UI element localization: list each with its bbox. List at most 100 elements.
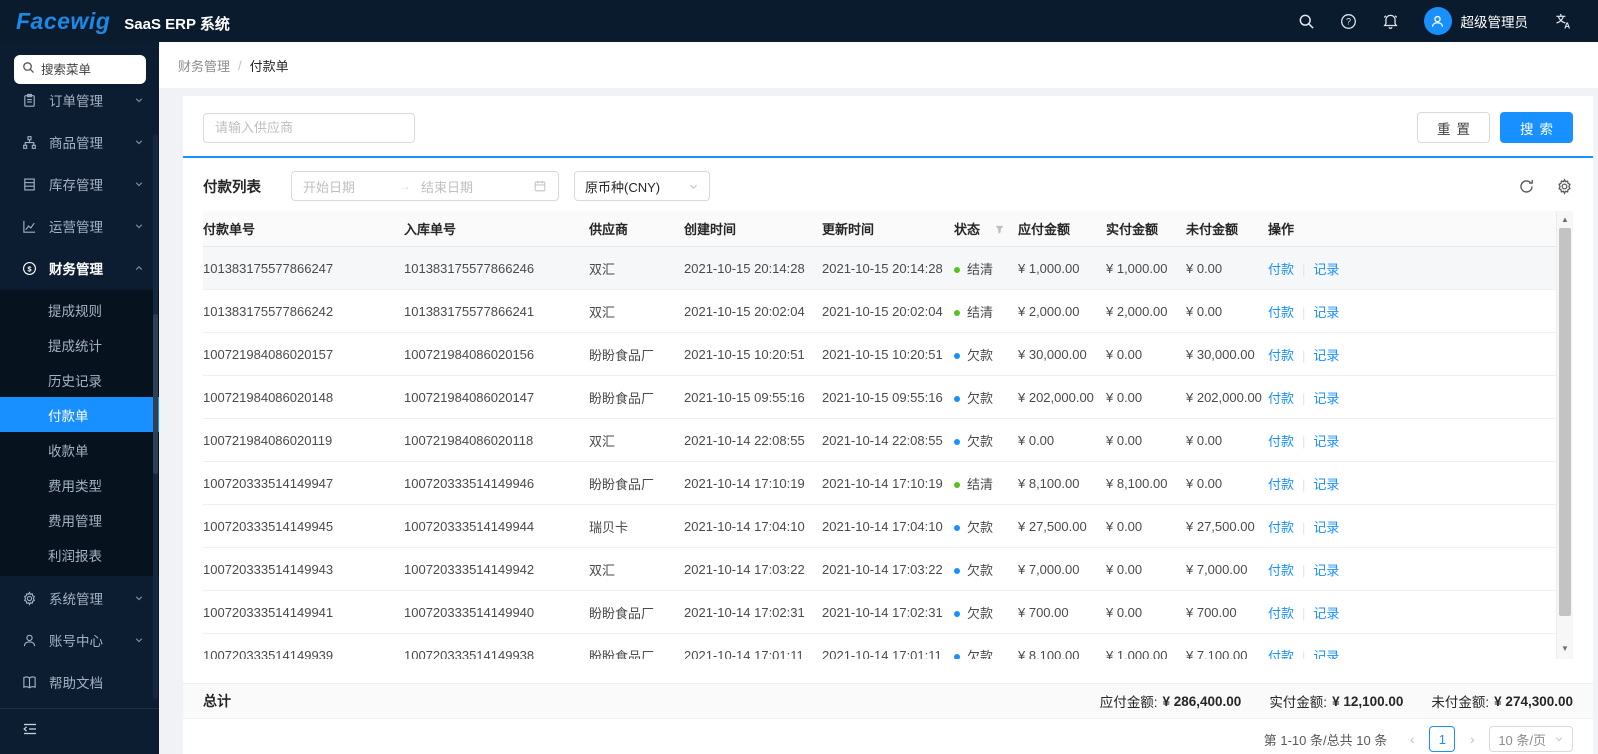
table-row[interactable]: 100721984086020157 100721984086020156 盼盼食品… <box>203 333 1556 376</box>
column-header-label: 未付金额 <box>1186 222 1239 237</box>
column-header: 付款单号 <box>203 219 388 238</box>
status-dot <box>954 266 960 273</box>
date-end-placeholder[interactable]: 结束日期 <box>421 177 523 196</box>
sidebar-collapse[interactable] <box>0 708 159 754</box>
table-row[interactable]: 100721984086020119 100721984086020118 双汇 20… <box>203 419 1556 462</box>
sidebar-subitem-label: 历史记录 <box>48 373 102 389</box>
record-action-link[interactable]: 记录 <box>1313 391 1339 406</box>
sidebar-scrollbar-thumb[interactable] <box>153 314 158 474</box>
pay-action-link[interactable]: 付款 <box>1268 563 1294 578</box>
record-action-link[interactable]: 记录 <box>1313 305 1339 320</box>
cell-payable: ¥ 30,000.00 <box>1018 346 1087 362</box>
scrollbar-thumb[interactable] <box>1559 228 1571 616</box>
sidebar-item-operations[interactable]: 运营管理 <box>0 206 159 246</box>
table-row[interactable]: 100720333514149945 100720333514149944 瑞贝卡 2… <box>203 505 1556 548</box>
sidebar-item-inventory[interactable]: 库存管理 <box>0 164 159 204</box>
record-action-link[interactable]: 记录 <box>1313 649 1339 660</box>
table-row[interactable]: 100721984086020148 100721984086020147 盼盼食品… <box>203 376 1556 419</box>
translate-icon[interactable]: 文A <box>1553 13 1572 29</box>
cell-unpaid: ¥ 0.00 <box>1186 475 1223 491</box>
action-divider: | <box>1302 304 1306 320</box>
cell-paid: ¥ 0.00 <box>1106 389 1143 405</box>
refresh-icon[interactable] <box>1518 178 1535 195</box>
sidebar-scrollbar[interactable] <box>153 134 158 699</box>
pay-action-link[interactable]: 付款 <box>1268 391 1294 406</box>
search-icon[interactable] <box>1298 13 1315 30</box>
chevron-down-icon <box>134 95 144 105</box>
pay-action-link[interactable]: 付款 <box>1268 477 1294 492</box>
sidebar-subitem[interactable]: 提成统计 <box>0 327 159 362</box>
pay-action-link[interactable]: 付款 <box>1268 520 1294 535</box>
reset-button[interactable]: 重置 <box>1417 112 1490 143</box>
cell-updated_at: 2021-10-14 17:01:11 <box>822 647 942 660</box>
cell-payment_no: 100720333514149943 <box>203 561 334 577</box>
table-row[interactable]: 100720333514149939 100720333514149938 盼盼食品… <box>203 634 1556 659</box>
date-range-picker[interactable]: 开始日期 → 结束日期 <box>291 171 559 201</box>
sidebar-item-order[interactable]: 订单管理 <box>0 93 159 120</box>
svg-text:$: $ <box>27 264 32 273</box>
sidebar-subitem[interactable]: 提成规则 <box>0 292 159 327</box>
record-action-link[interactable]: 记录 <box>1313 477 1339 492</box>
pay-action-link[interactable]: 付款 <box>1268 348 1294 363</box>
sidebar-item-account[interactable]: 账号中心 <box>0 620 159 660</box>
notification-bell-icon[interactable] <box>1382 13 1399 30</box>
table-row[interactable]: 100720333514149947 100720333514149946 盼盼食品… <box>203 462 1556 505</box>
sidebar-subitem-label: 利润报表 <box>48 548 102 564</box>
record-action-link[interactable]: 记录 <box>1313 348 1339 363</box>
record-action-link[interactable]: 记录 <box>1313 563 1339 578</box>
supplier-input[interactable] <box>203 112 415 143</box>
sidebar-subitem[interactable]: 历史记录 <box>0 362 159 397</box>
record-action-link[interactable]: 记录 <box>1313 606 1339 621</box>
table-row[interactable]: 101383175577866242 101383175577866241 双汇 20… <box>203 290 1556 333</box>
pay-action-link[interactable]: 付款 <box>1268 606 1294 621</box>
search-button[interactable]: 搜索 <box>1500 112 1573 143</box>
operations-icon <box>22 219 37 234</box>
sidebar-subitem[interactable]: 费用类型 <box>0 467 159 502</box>
scroll-down-arrow[interactable]: ▼ <box>1557 644 1573 653</box>
user-menu[interactable]: 超级管理员 <box>1423 7 1528 35</box>
scroll-up-arrow[interactable]: ▲ <box>1557 215 1573 224</box>
record-action-link[interactable]: 记录 <box>1313 434 1339 449</box>
chevron-down-icon <box>134 137 144 147</box>
breadcrumb-parent[interactable]: 财务管理 <box>178 56 230 75</box>
cell-inbound_no: 100720333514149940 <box>404 604 535 620</box>
sidebar-item-goods[interactable]: 商品管理 <box>0 122 159 162</box>
date-start-placeholder[interactable]: 开始日期 <box>303 177 389 196</box>
pay-action-link[interactable]: 付款 <box>1268 434 1294 449</box>
settings-gear-icon[interactable] <box>1556 177 1573 195</box>
sidebar-subitem[interactable]: 费用管理 <box>0 502 159 537</box>
help-icon[interactable]: ? <box>1340 13 1357 30</box>
cell-supplier: 双汇 <box>589 433 616 449</box>
sidebar-subitem[interactable]: 付款单 <box>0 397 159 432</box>
pay-action-link[interactable]: 付款 <box>1268 305 1294 320</box>
pay-action-link[interactable]: 付款 <box>1268 649 1294 660</box>
finance-icon: $ <box>22 261 37 276</box>
table-row[interactable]: 100720333514149943 100720333514149942 双汇 20… <box>203 548 1556 591</box>
sidebar-search-input[interactable] <box>41 62 137 77</box>
sidebar-item-label: 财务管理 <box>49 262 103 277</box>
table-row[interactable]: 100720333514149941 100720333514149940 盼盼食品… <box>203 591 1556 634</box>
action-divider: | <box>1302 390 1306 406</box>
cell-status: 欠款 <box>938 345 1002 364</box>
sidebar-subitem[interactable]: 利润报表 <box>0 537 159 572</box>
sidebar-item-system[interactable]: 系统管理 <box>0 578 159 618</box>
sidebar-item-help[interactable]: 帮助文档 <box>0 662 159 702</box>
page-size-select[interactable]: 10 条/页 <box>1489 726 1573 752</box>
sidebar-item-finance[interactable]: $ 财务管理 <box>0 248 159 288</box>
cell-actions: 付款 | 记录 <box>1252 474 1556 493</box>
cell-status: 结清 <box>938 302 1002 321</box>
sidebar-search[interactable] <box>14 55 146 84</box>
record-action-link[interactable]: 记录 <box>1313 520 1339 535</box>
table-row[interactable]: 101383175577866247 101383175577866246 双汇 20… <box>203 247 1556 290</box>
sidebar-item-label: 库存管理 <box>49 178 103 193</box>
table-scrollbar[interactable]: ▲ ▼ <box>1556 211 1573 659</box>
next-page-button[interactable]: › <box>1463 731 1481 747</box>
record-action-link[interactable]: 记录 <box>1313 262 1339 277</box>
pay-action-link[interactable]: 付款 <box>1268 262 1294 277</box>
cell-status: 结清 <box>938 474 1002 493</box>
prev-page-button[interactable]: ‹ <box>1403 731 1421 747</box>
currency-select[interactable]: 原币种(CNY) <box>574 171 710 201</box>
content-card: 重置 搜索 付款列表 开始日期 → 结束日期 原币种(CNY) <box>183 96 1593 754</box>
sidebar-subitem[interactable]: 收款单 <box>0 432 159 467</box>
page-number-button[interactable]: 1 <box>1429 726 1456 752</box>
